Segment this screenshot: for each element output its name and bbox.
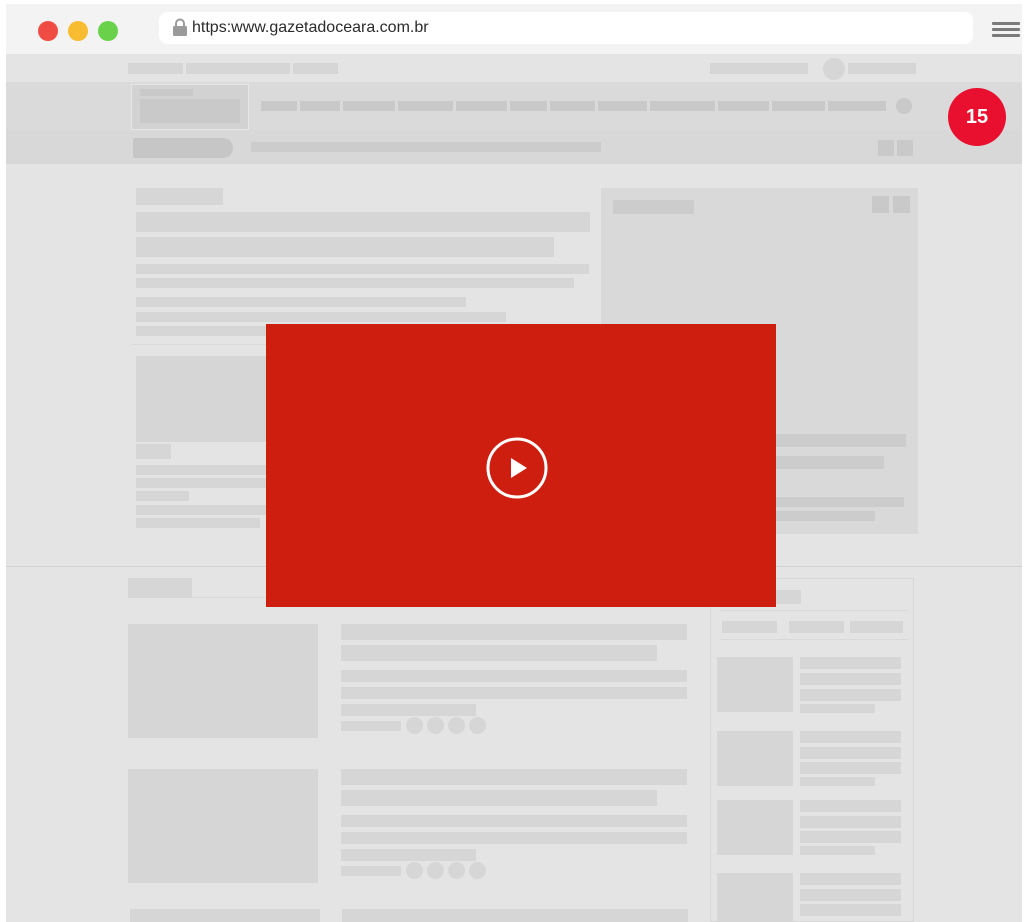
address-bar[interactable]: https:www.gazetadoceara.com.br [159,12,973,44]
browser-window: https:www.gazetadoceara.com.br 15 [6,4,1022,922]
close-window-button[interactable] [38,21,58,41]
minimize-window-button[interactable] [68,21,88,41]
lock-icon [173,18,187,36]
hamburger-menu-icon[interactable] [992,22,1020,38]
maximize-window-button[interactable] [98,21,118,41]
play-icon[interactable] [486,437,548,499]
notification-count-badge[interactable]: 15 [948,88,1006,146]
browser-toolbar: https:www.gazetadoceara.com.br [6,4,1022,54]
video-player[interactable] [266,324,776,607]
url-text: https:www.gazetadoceara.com.br [192,19,429,36]
